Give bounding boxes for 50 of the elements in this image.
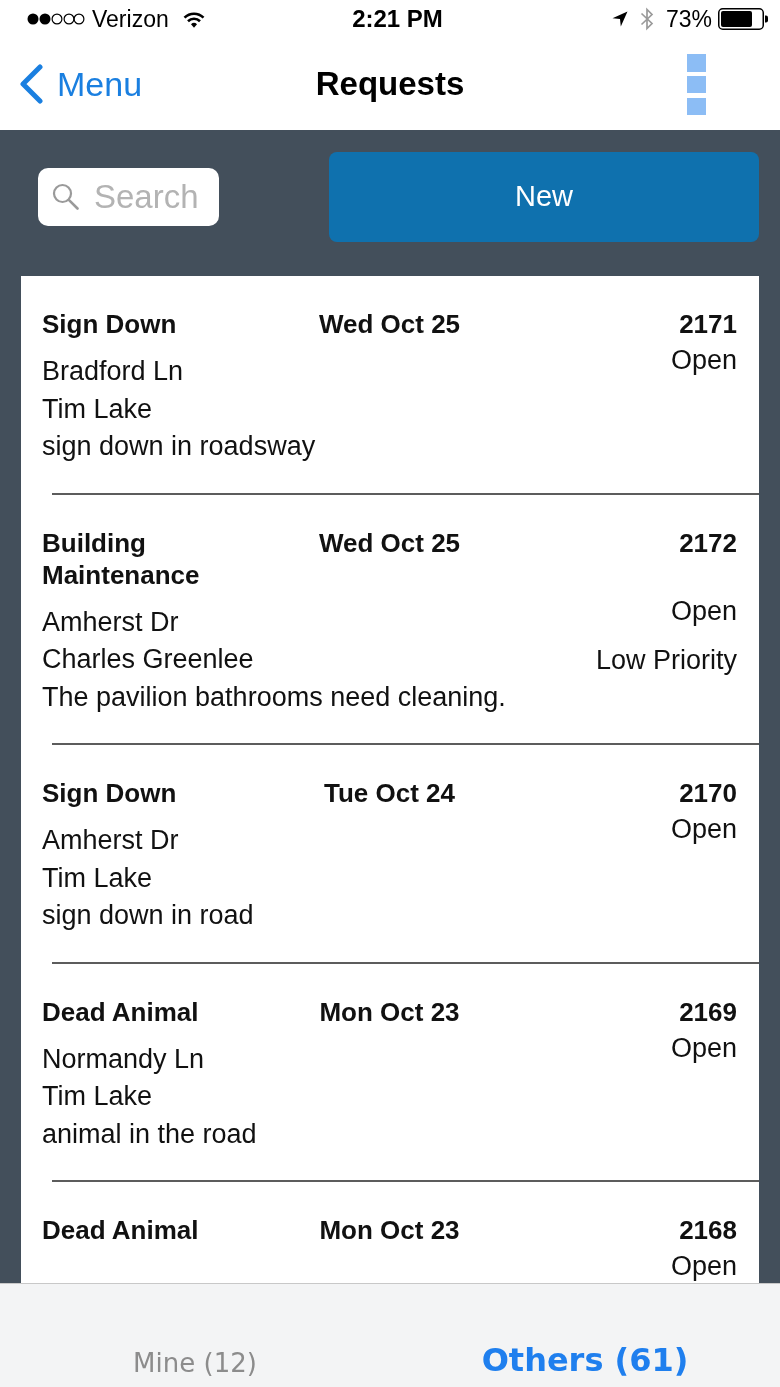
status-label: Open <box>670 594 737 628</box>
status-label: Open <box>670 813 737 846</box>
search-field[interactable]: Search <box>38 168 219 226</box>
person-name: Tim Lake <box>42 1080 153 1113</box>
request-date: Wed Oct 25 <box>318 308 461 340</box>
location-arrow-icon <box>611 11 628 27</box>
request-description: The pavilion bathrooms need cleaning. <box>42 680 506 714</box>
chevron-left-icon <box>18 64 44 104</box>
back-button[interactable]: Menu <box>18 64 143 104</box>
street-name: Bradford Ln <box>42 355 184 388</box>
request-title: Dead Animal <box>42 1214 199 1246</box>
request-title: Sign Down <box>42 308 177 340</box>
bluetooth-icon <box>639 7 654 31</box>
street-name: Amherst Dr <box>42 605 179 639</box>
clock-time: 2:21 PM <box>352 5 443 33</box>
person-name: Tim Lake <box>42 392 153 426</box>
status-label: Open <box>670 344 737 377</box>
request-description: sign down in roadsway <box>42 430 316 463</box>
request-number: 2168 <box>679 1214 737 1246</box>
priority-label: Low Priority <box>595 643 737 677</box>
person-name: Charles Greenlee <box>42 643 254 676</box>
request-description: animal in the road <box>42 1117 257 1151</box>
request-number: 2172 <box>679 526 737 559</box>
tab[interactable]: Others (61) <box>481 1341 689 1379</box>
status-label: Open <box>670 1250 737 1283</box>
battery-percentage: 73% <box>665 5 712 33</box>
wifi-icon <box>182 10 205 28</box>
search-icon <box>52 183 79 210</box>
menu-icon[interactable] <box>687 53 706 115</box>
battery-icon <box>718 8 768 30</box>
request-number: 2171 <box>679 308 737 340</box>
request-date: Mon Oct 23 <box>319 1214 460 1246</box>
request-number: 2170 <box>679 777 737 809</box>
tab[interactable]: Mine (12) <box>133 1347 257 1379</box>
request-title: Building Maintenance <box>42 526 201 591</box>
request-date: Wed Oct 25 <box>318 526 461 559</box>
signal-strength-icon <box>27 13 85 25</box>
screen-title: Requests <box>315 64 465 104</box>
request-title: Dead Animal <box>42 995 199 1028</box>
new-button[interactable]: New <box>329 152 759 242</box>
request-number: 2169 <box>679 995 737 1028</box>
person-name: Tim Lake <box>42 861 153 895</box>
status-label: Open <box>670 1031 737 1065</box>
carrier-name: Verizon <box>92 5 169 33</box>
street-name: Normandy Ln <box>42 1042 205 1076</box>
request-description: sign down in road <box>42 899 254 932</box>
request-title: Sign Down <box>42 777 177 809</box>
request-date: Mon Oct 23 <box>319 995 460 1028</box>
street-name: Amherst Dr <box>42 824 179 857</box>
request-date: Tue Oct 24 <box>324 777 455 809</box>
